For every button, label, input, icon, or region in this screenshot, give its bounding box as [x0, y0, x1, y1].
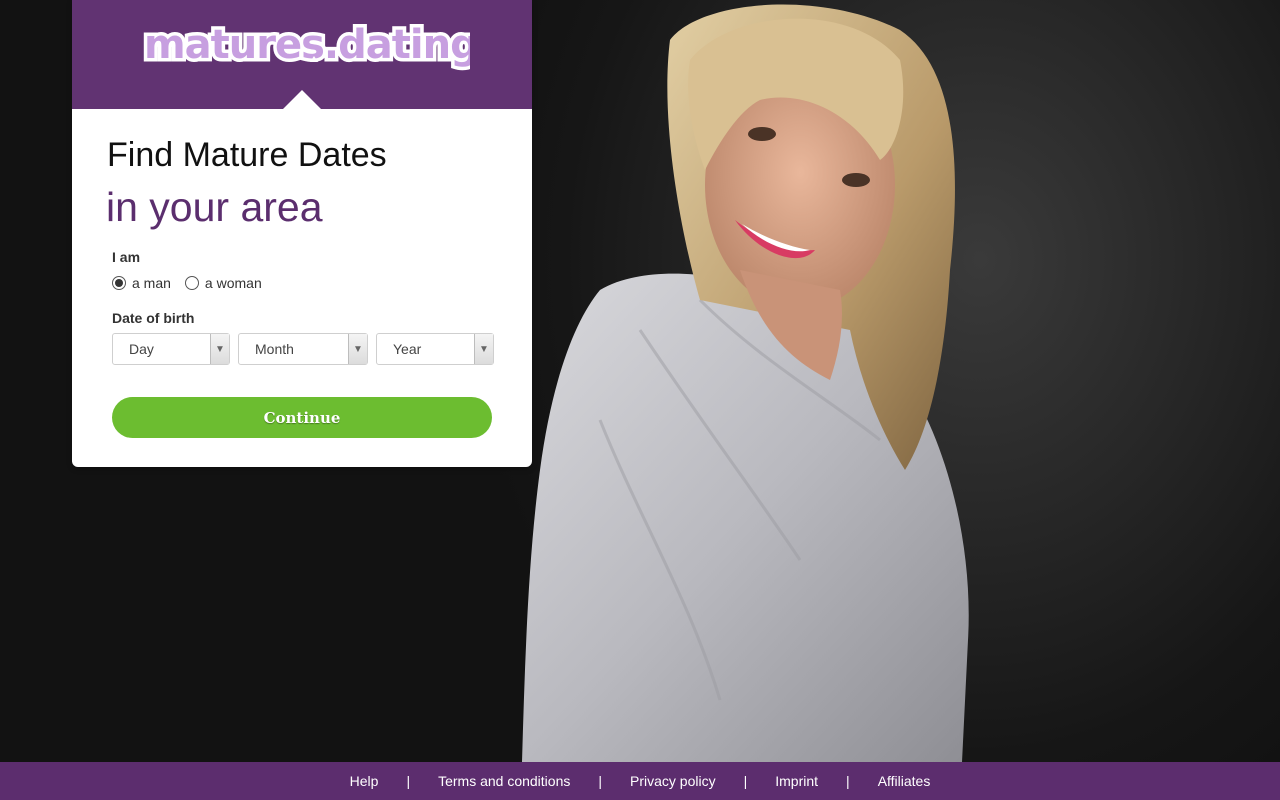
gender-man-radio[interactable]	[112, 276, 126, 290]
chevron-down-icon: ▼	[210, 334, 229, 364]
footer: Help | Terms and conditions | Privacy po…	[0, 762, 1280, 800]
dob-day-value: Day	[129, 341, 154, 357]
gender-label: I am	[112, 249, 141, 265]
footer-link-imprint[interactable]: Imprint	[775, 773, 818, 789]
signup-card: matures.dating Find Mature Dates in your…	[72, 0, 532, 467]
dob-day-select[interactable]: Day ▼	[112, 333, 230, 365]
dob-month-select[interactable]: Month ▼	[238, 333, 368, 365]
continue-button[interactable]: Continue	[112, 397, 492, 438]
footer-separator: |	[846, 773, 850, 789]
chevron-down-icon: ▼	[474, 334, 493, 364]
footer-separator: |	[743, 773, 748, 789]
dob-label: Date of birth	[112, 310, 195, 326]
dob-year-value: Year	[393, 341, 422, 357]
footer-link-affiliates[interactable]: Affiliates	[878, 773, 931, 789]
footer-link-terms[interactable]: Terms and conditions	[438, 773, 570, 789]
card-header: matures.dating	[72, 0, 532, 109]
footer-link-privacy[interactable]: Privacy policy	[630, 773, 716, 789]
dob-month-value: Month	[255, 341, 294, 357]
header-notch	[283, 90, 321, 109]
footer-link-help[interactable]: Help	[350, 773, 379, 789]
gender-woman-radio[interactable]	[184, 276, 199, 290]
gender-radio-group: a man a woman	[112, 275, 276, 291]
gender-woman-label[interactable]: a woman	[205, 275, 262, 291]
chevron-down-icon: ▼	[348, 334, 367, 364]
matures-dating-logo[interactable]: matures.dating	[140, 14, 471, 74]
footer-separator: |	[598, 773, 603, 789]
svg-text:matures.dating: matures.dating	[144, 22, 470, 68]
gender-man-label[interactable]: a man	[132, 275, 171, 291]
dob-year-select[interactable]: Year ▼	[376, 333, 494, 365]
heading-subtitle: in your area	[106, 184, 323, 230]
heading-title: Find Mature Dates	[107, 136, 387, 174]
dob-selects: Day ▼ Month ▼ Year ▼	[112, 333, 494, 365]
footer-separator: |	[406, 773, 411, 789]
